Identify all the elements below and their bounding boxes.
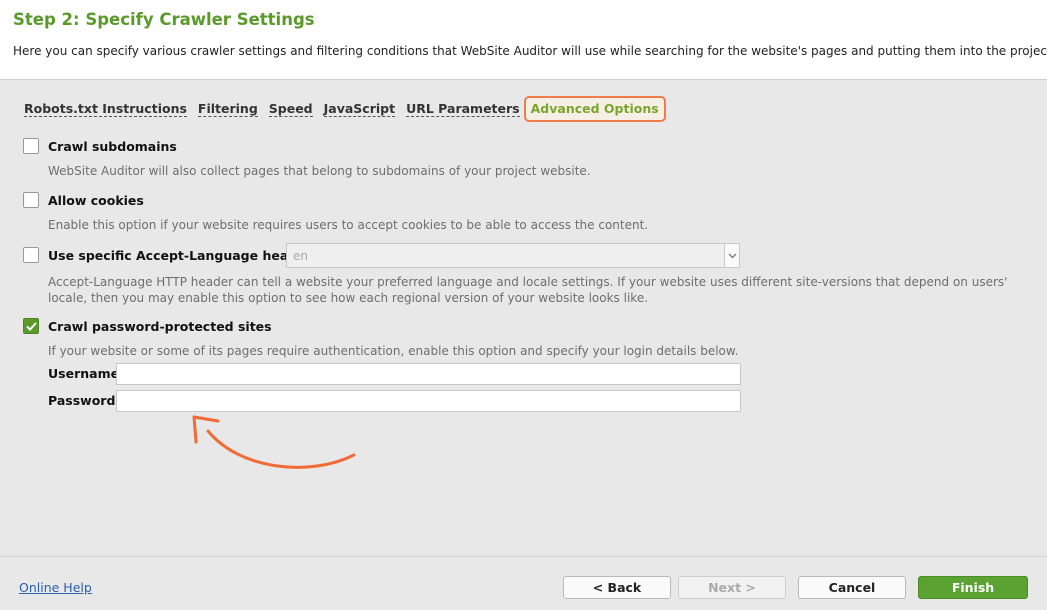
back-button[interactable]: < Back	[563, 576, 671, 599]
accept-language-checkbox[interactable]	[23, 247, 39, 263]
tab-url-parameters[interactable]: URL Parameters	[406, 101, 520, 117]
accept-language-option: Use specific Accept-Language header	[23, 247, 312, 263]
password-protected-checkbox[interactable]	[23, 318, 39, 334]
username-label: Username	[48, 366, 120, 381]
annotation-arrow-icon	[192, 415, 356, 469]
accept-language-hint: Accept-Language HTTP header can tell a w…	[48, 275, 1008, 305]
tab-robots-txt[interactable]: Robots.txt Instructions	[24, 101, 187, 117]
username-field[interactable]	[116, 363, 741, 385]
password-protected-hint: If your website or some of its pages req…	[48, 344, 739, 358]
chevron-down-icon[interactable]	[724, 244, 739, 267]
password-label: Password	[48, 393, 116, 408]
finish-button[interactable]: Finish	[918, 576, 1028, 599]
settings-tabs: Robots.txt Instructions Filtering Speed …	[24, 96, 677, 122]
tab-filtering[interactable]: Filtering	[197, 101, 258, 117]
allow-cookies-hint: Enable this option if your website requi…	[48, 218, 649, 232]
language-select-value: en	[293, 248, 308, 263]
next-button[interactable]: Next >	[678, 576, 786, 599]
wizard-header: Step 2: Specify Crawler Settings Here yo…	[0, 0, 1047, 80]
password-protected-label: Crawl password-protected sites	[48, 318, 272, 334]
crawl-subdomains-label: Crawl subdomains	[48, 138, 177, 154]
allow-cookies-checkbox[interactable]	[23, 192, 39, 208]
crawl-subdomains-checkbox[interactable]	[23, 138, 39, 154]
tab-advanced-options[interactable]: Advanced Options	[523, 96, 666, 122]
crawl-subdomains-hint: WebSite Auditor will also collect pages …	[48, 164, 591, 178]
tab-javascript[interactable]: JavaScript	[323, 101, 396, 117]
tab-speed[interactable]: Speed	[268, 101, 313, 117]
allow-cookies-label: Allow cookies	[48, 192, 144, 208]
password-protected-option: Crawl password-protected sites	[23, 318, 272, 334]
language-select[interactable]: en	[286, 243, 740, 268]
allow-cookies-option: Allow cookies	[23, 192, 144, 208]
cancel-button[interactable]: Cancel	[798, 576, 906, 599]
footer-divider	[0, 556, 1047, 557]
step-description: Here you can specify various crawler set…	[13, 44, 1047, 58]
accept-language-label: Use specific Accept-Language header	[48, 247, 312, 263]
online-help-link[interactable]: Online Help	[19, 580, 92, 595]
checkmark-icon	[25, 321, 37, 331]
step-title: Step 2: Specify Crawler Settings	[13, 10, 315, 29]
crawl-subdomains-option: Crawl subdomains	[23, 138, 177, 154]
